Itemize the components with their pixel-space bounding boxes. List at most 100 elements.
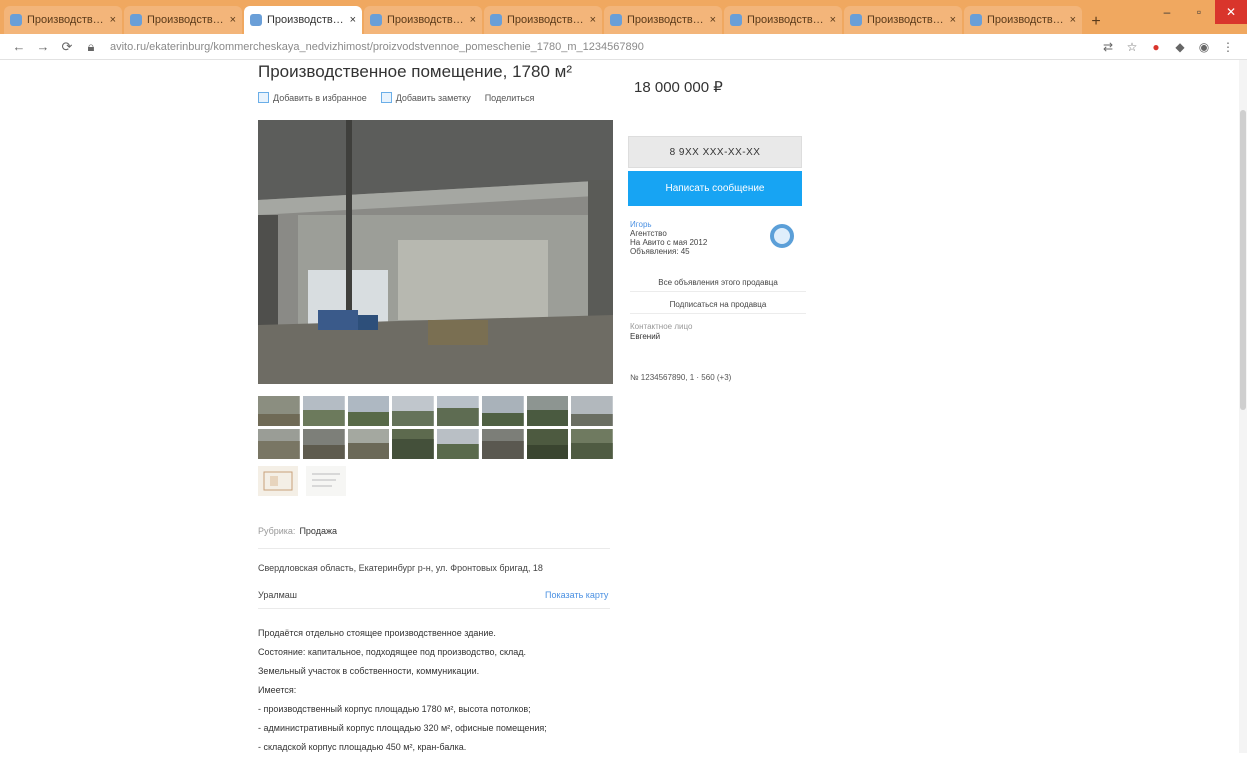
note-checkbox-icon (380, 92, 392, 103)
main-photo[interactable] (258, 120, 613, 384)
favorite-action[interactable]: Добавить в избранное (258, 92, 367, 103)
divider (258, 608, 610, 609)
browser-tab-strip: Производственн...× Производственн...× Пр… (0, 0, 1247, 34)
thumbnail[interactable] (392, 396, 434, 426)
plan-thumbnails (258, 466, 346, 496)
close-window-icon[interactable]: ✕ (1215, 0, 1247, 24)
show-phone-button[interactable]: 8 9XX XXX-XX-XX (628, 136, 802, 168)
description-line: Продаётся отдельно стоящее производствен… (258, 628, 496, 638)
listing-page: Производственное помещение, 1780 м² Доба… (0, 60, 1247, 753)
browser-tab[interactable]: Производственн...× (124, 6, 242, 34)
browser-tab[interactable]: Производственн...× (844, 6, 962, 34)
browser-tab-active[interactable]: Производственн...× (244, 6, 362, 34)
show-map-link[interactable]: Показать карту (545, 590, 608, 600)
subscribe-seller-button[interactable]: Подписаться на продавца (630, 296, 806, 314)
bookmark-star-icon[interactable]: ☆ (1123, 38, 1141, 56)
description-line: Состояние: капитальное, подходящее под п… (258, 647, 527, 657)
new-tab-button[interactable]: + (1084, 10, 1108, 34)
seller-name-link[interactable]: Игорь (630, 220, 707, 229)
page-title: Производственное помещение, 1780 м² (258, 62, 572, 81)
scrollbar[interactable] (1239, 60, 1247, 753)
back-icon[interactable]: ← (10, 39, 28, 54)
maximize-icon[interactable]: ▫ (1183, 0, 1215, 24)
favicon-icon (250, 14, 262, 26)
address-bar[interactable]: avito.ru/ekaterinburg/kommercheskaya_ned… (110, 41, 1093, 53)
close-icon[interactable]: × (1070, 14, 1076, 26)
plan-thumbnail[interactable] (306, 466, 346, 496)
thumbnail[interactable] (302, 396, 345, 426)
listing-views: № 1234567890, 1 · 560 (+3) (630, 373, 732, 382)
description-line: - производственный корпус площадью 1780 … (258, 704, 531, 714)
close-icon[interactable]: × (710, 14, 716, 26)
description-line: - складской корпус площадью 450 м², кран… (258, 742, 467, 752)
menu-icon[interactable]: ⋮ (1219, 38, 1237, 56)
favicon-icon (970, 14, 982, 26)
thumbnail[interactable] (258, 429, 300, 459)
browser-tab[interactable]: Производственн...× (484, 6, 602, 34)
thumbnail[interactable] (481, 429, 524, 459)
browser-tab[interactable]: Производственн...× (604, 6, 722, 34)
thumbnail[interactable] (347, 429, 390, 459)
description-line: Имеется: (258, 685, 297, 695)
minimize-icon[interactable]: – (1151, 0, 1183, 24)
seller-info: Игорь Агентство На Авито с мая 2012 Объя… (630, 220, 708, 256)
browser-tab[interactable]: Производственн...× (364, 6, 482, 34)
all-seller-ads-button[interactable]: Все объявления этого продавца (630, 274, 806, 292)
favicon-icon (850, 14, 862, 26)
close-icon[interactable]: × (230, 14, 236, 26)
adblock-icon[interactable]: ● (1147, 38, 1165, 56)
contact-person: Контактное лицо Евгений (630, 322, 693, 341)
close-icon[interactable]: × (950, 14, 956, 26)
profile-icon[interactable]: ◉ (1195, 38, 1213, 56)
favicon-icon (610, 14, 622, 26)
favicon-icon (490, 14, 502, 26)
thumbnail[interactable] (437, 396, 479, 426)
forward-icon[interactable]: → (34, 39, 52, 54)
metro-station: Уралмаш (258, 590, 297, 600)
extension-icon[interactable]: ◆ (1171, 38, 1189, 56)
thumbnail[interactable] (571, 429, 613, 459)
thumbnail[interactable] (481, 396, 524, 426)
description-line: - административный корпус площадью 320 м… (258, 723, 547, 733)
window-controls: – ▫ ✕ (1151, 0, 1247, 24)
thumbnail[interactable] (571, 396, 613, 426)
write-message-button[interactable]: Написать сообщение (628, 171, 802, 206)
plan-thumbnail[interactable] (258, 466, 298, 496)
close-icon[interactable]: × (350, 14, 356, 26)
thumbnail-grid (258, 396, 613, 459)
note-action[interactable]: Добавить заметку (380, 92, 471, 103)
thumbnail[interactable] (526, 396, 569, 426)
close-icon[interactable]: × (470, 14, 476, 26)
close-icon[interactable]: × (830, 14, 836, 26)
favicon-icon (10, 14, 22, 26)
browser-toolbar: ← → ⟳ 🔒︎ avito.ru/ekaterinburg/kommerche… (0, 34, 1247, 60)
description-line: Земельный участок в собственности, комму… (258, 666, 480, 676)
browser-tab[interactable]: Производственн...× (964, 6, 1082, 34)
browser-tab[interactable]: Производственн...× (724, 6, 842, 34)
translate-icon[interactable]: ⇄ (1099, 38, 1117, 56)
favicon-icon (130, 14, 142, 26)
rubric-row: Рубрика: Продажа (258, 526, 338, 536)
close-icon[interactable]: × (110, 14, 116, 26)
reload-icon[interactable]: ⟳ (58, 39, 76, 55)
close-icon[interactable]: × (590, 14, 596, 26)
share-action[interactable]: Поделиться (485, 92, 535, 103)
price: 18 000 000 ₽ (634, 79, 723, 96)
warehouse-photo-image (258, 120, 613, 384)
thumbnail[interactable] (347, 396, 390, 426)
lock-icon: 🔒︎ (87, 38, 95, 54)
scrollbar-thumb[interactable] (1240, 110, 1246, 410)
thumbnail[interactable] (526, 429, 569, 459)
thumbnail[interactable] (392, 429, 434, 459)
favicon-icon (370, 14, 382, 26)
thumbnail[interactable] (258, 396, 300, 426)
browser-tab[interactable]: Производственн...× (4, 6, 122, 34)
seller-avatar[interactable] (770, 224, 794, 248)
divider (258, 548, 610, 549)
thumbnail[interactable] (302, 429, 345, 459)
description: Продаётся отдельно стоящее производствен… (258, 624, 598, 757)
address-text: Свердловская область, Екатеринбург р-н, … (258, 563, 543, 573)
favicon-icon (730, 14, 742, 26)
thumbnail[interactable] (437, 429, 479, 459)
listing-actions: Добавить в избранное Добавить заметку По… (258, 92, 548, 103)
